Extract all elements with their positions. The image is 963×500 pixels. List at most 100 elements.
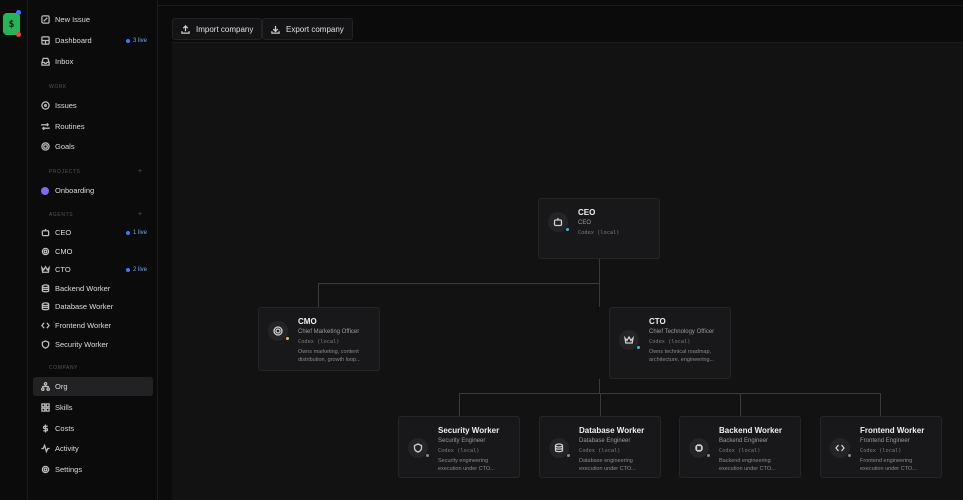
import-company-button[interactable]: Import company — [172, 18, 263, 40]
agent-name: CMO — [298, 317, 317, 326]
sidebar-item-label: Org — [55, 382, 68, 391]
database-icon — [40, 284, 50, 294]
download-icon — [271, 25, 280, 34]
app-rail: $ — [0, 0, 28, 500]
sidebar-item-dashboard[interactable]: Dashboard 3 live — [33, 31, 153, 50]
agent-role: CEO — [578, 220, 592, 226]
org-card-cto[interactable]: CTO Chief Technology Officer Codex (loca… — [609, 307, 731, 379]
sidebar-item-costs[interactable]: Costs — [33, 419, 153, 438]
org-chart-canvas[interactable]: CEO CEO Codex (local) CMO Chief Marketin… — [172, 42, 963, 500]
connector-line — [459, 393, 881, 394]
crown-icon — [40, 265, 50, 275]
sidebar-item-org[interactable]: Org — [33, 377, 153, 396]
sidebar-item-label: Costs — [55, 424, 75, 433]
agent-adapter: Codex (local) — [578, 230, 620, 236]
live-badge: 3 live — [126, 38, 147, 44]
sidebar-item-label: Routines — [55, 122, 85, 131]
status-dot — [847, 453, 852, 458]
org-card-frontend-worker[interactable]: Frontend Worker Frontend Engineer Codex … — [820, 416, 942, 478]
sidebar-item-security-worker[interactable]: Security Worker — [33, 335, 153, 354]
connector-line — [459, 393, 460, 416]
sidebar-item-settings[interactable]: Settings — [33, 460, 153, 479]
connector-line — [880, 393, 881, 416]
code-icon — [40, 321, 50, 331]
add-project-button[interactable]: + — [138, 168, 142, 175]
org-icon — [40, 382, 50, 392]
section-projects: PROJECTS — [49, 169, 81, 175]
connector-line — [318, 283, 599, 284]
agent-description: Database engineering execution under CTO… — [579, 458, 636, 472]
connector-line — [600, 393, 601, 416]
agent-description: Owns marketing, content distribution, gr… — [298, 349, 361, 363]
skills-icon — [40, 403, 50, 413]
sidebar-item-database-worker[interactable]: Database Worker — [33, 297, 153, 316]
database-icon — [40, 302, 50, 312]
sidebar-item-new-issue[interactable]: New Issue — [33, 10, 153, 29]
repeat-icon — [40, 122, 50, 132]
activity-icon — [40, 444, 50, 454]
circle-dot-icon — [40, 101, 50, 111]
status-dot — [566, 453, 571, 458]
sidebar-item-label: Security Worker — [55, 340, 109, 349]
sidebar-item-label: New Issue — [55, 15, 91, 24]
sidebar-item-label: Goals — [55, 142, 75, 151]
dashboard-icon — [40, 36, 50, 46]
project-color-dot — [40, 186, 50, 196]
sidebar-item-label: Onboarding — [55, 186, 95, 195]
sidebar-item-issues[interactable]: Issues — [33, 96, 153, 115]
agent-role: Chief Marketing Officer — [298, 329, 360, 335]
agent-role: Database Engineer — [579, 438, 631, 444]
status-dot — [565, 227, 570, 232]
status-dot — [285, 336, 290, 341]
sidebar-item-inbox[interactable]: Inbox — [33, 52, 153, 71]
org-card-ceo[interactable]: CEO CEO Codex (local) — [538, 198, 660, 259]
sidebar-item-label: Frontend Worker — [55, 321, 112, 330]
sidebar-item-onboarding[interactable]: Onboarding — [33, 181, 153, 200]
agent-role: Security Engineer — [438, 438, 486, 444]
agent-description: Owns technical roadmap, architecture, en… — [649, 349, 715, 363]
sidebar-item-routines[interactable]: Routines — [33, 117, 153, 136]
agent-name: CTO — [649, 317, 666, 326]
section-work: WORK — [49, 84, 67, 90]
section-company: COMPANY — [49, 365, 79, 371]
sidebar-item-skills[interactable]: Skills — [33, 398, 153, 417]
agent-adapter: Codex (local) — [438, 448, 480, 454]
sidebar-item-label: Dashboard — [55, 36, 92, 45]
bot-icon — [40, 228, 50, 238]
upload-icon — [181, 24, 190, 34]
connector-line — [740, 393, 741, 416]
sidebar-item-frontend-worker[interactable]: Frontend Worker — [33, 316, 153, 335]
gear-icon — [40, 247, 50, 257]
import-company-label: Import company — [196, 24, 254, 34]
agent-role: Backend Engineer — [719, 438, 769, 444]
connector-line — [318, 283, 319, 307]
sidebar-item-label: Backend Worker — [55, 284, 111, 293]
status-dot — [636, 345, 641, 350]
sidebar-item-ceo[interactable]: CEO 1 live — [33, 223, 153, 242]
org-card-security-worker[interactable]: Security Worker Security Engineer Codex … — [398, 416, 520, 478]
org-card-backend-worker[interactable]: Backend Worker Backend Engineer Codex (l… — [679, 416, 801, 478]
notification-dot — [16, 10, 21, 15]
org-card-database-worker[interactable]: Database Worker Database Engineer Codex … — [539, 416, 661, 478]
section-agents: AGENTS — [49, 212, 74, 218]
sidebar-item-goals[interactable]: Goals — [33, 137, 153, 156]
agent-name: Database Worker — [579, 426, 645, 435]
connector-line — [599, 259, 600, 283]
target-icon — [40, 142, 50, 152]
agent-name: Security Worker — [438, 426, 500, 435]
agent-adapter: Codex (local) — [649, 339, 691, 345]
sidebar-item-activity[interactable]: Activity — [33, 439, 153, 458]
agent-adapter: Codex (local) — [719, 448, 761, 454]
add-agent-button[interactable]: + — [138, 211, 142, 218]
sidebar-item-label: Settings — [55, 465, 83, 474]
sidebar-item-cto[interactable]: CTO 2 live — [33, 260, 153, 279]
agent-name: Backend Worker — [719, 426, 782, 435]
export-company-label: Export company — [286, 24, 344, 34]
gear-icon — [40, 465, 50, 475]
sidebar-item-label: Skills — [55, 403, 73, 412]
sidebar-item-backend-worker[interactable]: Backend Worker — [33, 279, 153, 298]
org-card-cmo[interactable]: CMO Chief Marketing Officer Codex (local… — [258, 307, 380, 371]
export-company-button[interactable]: Export company — [262, 18, 353, 40]
sidebar-item-cmo[interactable]: CMO — [33, 242, 153, 261]
sidebar-item-label: Database Worker — [55, 302, 114, 311]
